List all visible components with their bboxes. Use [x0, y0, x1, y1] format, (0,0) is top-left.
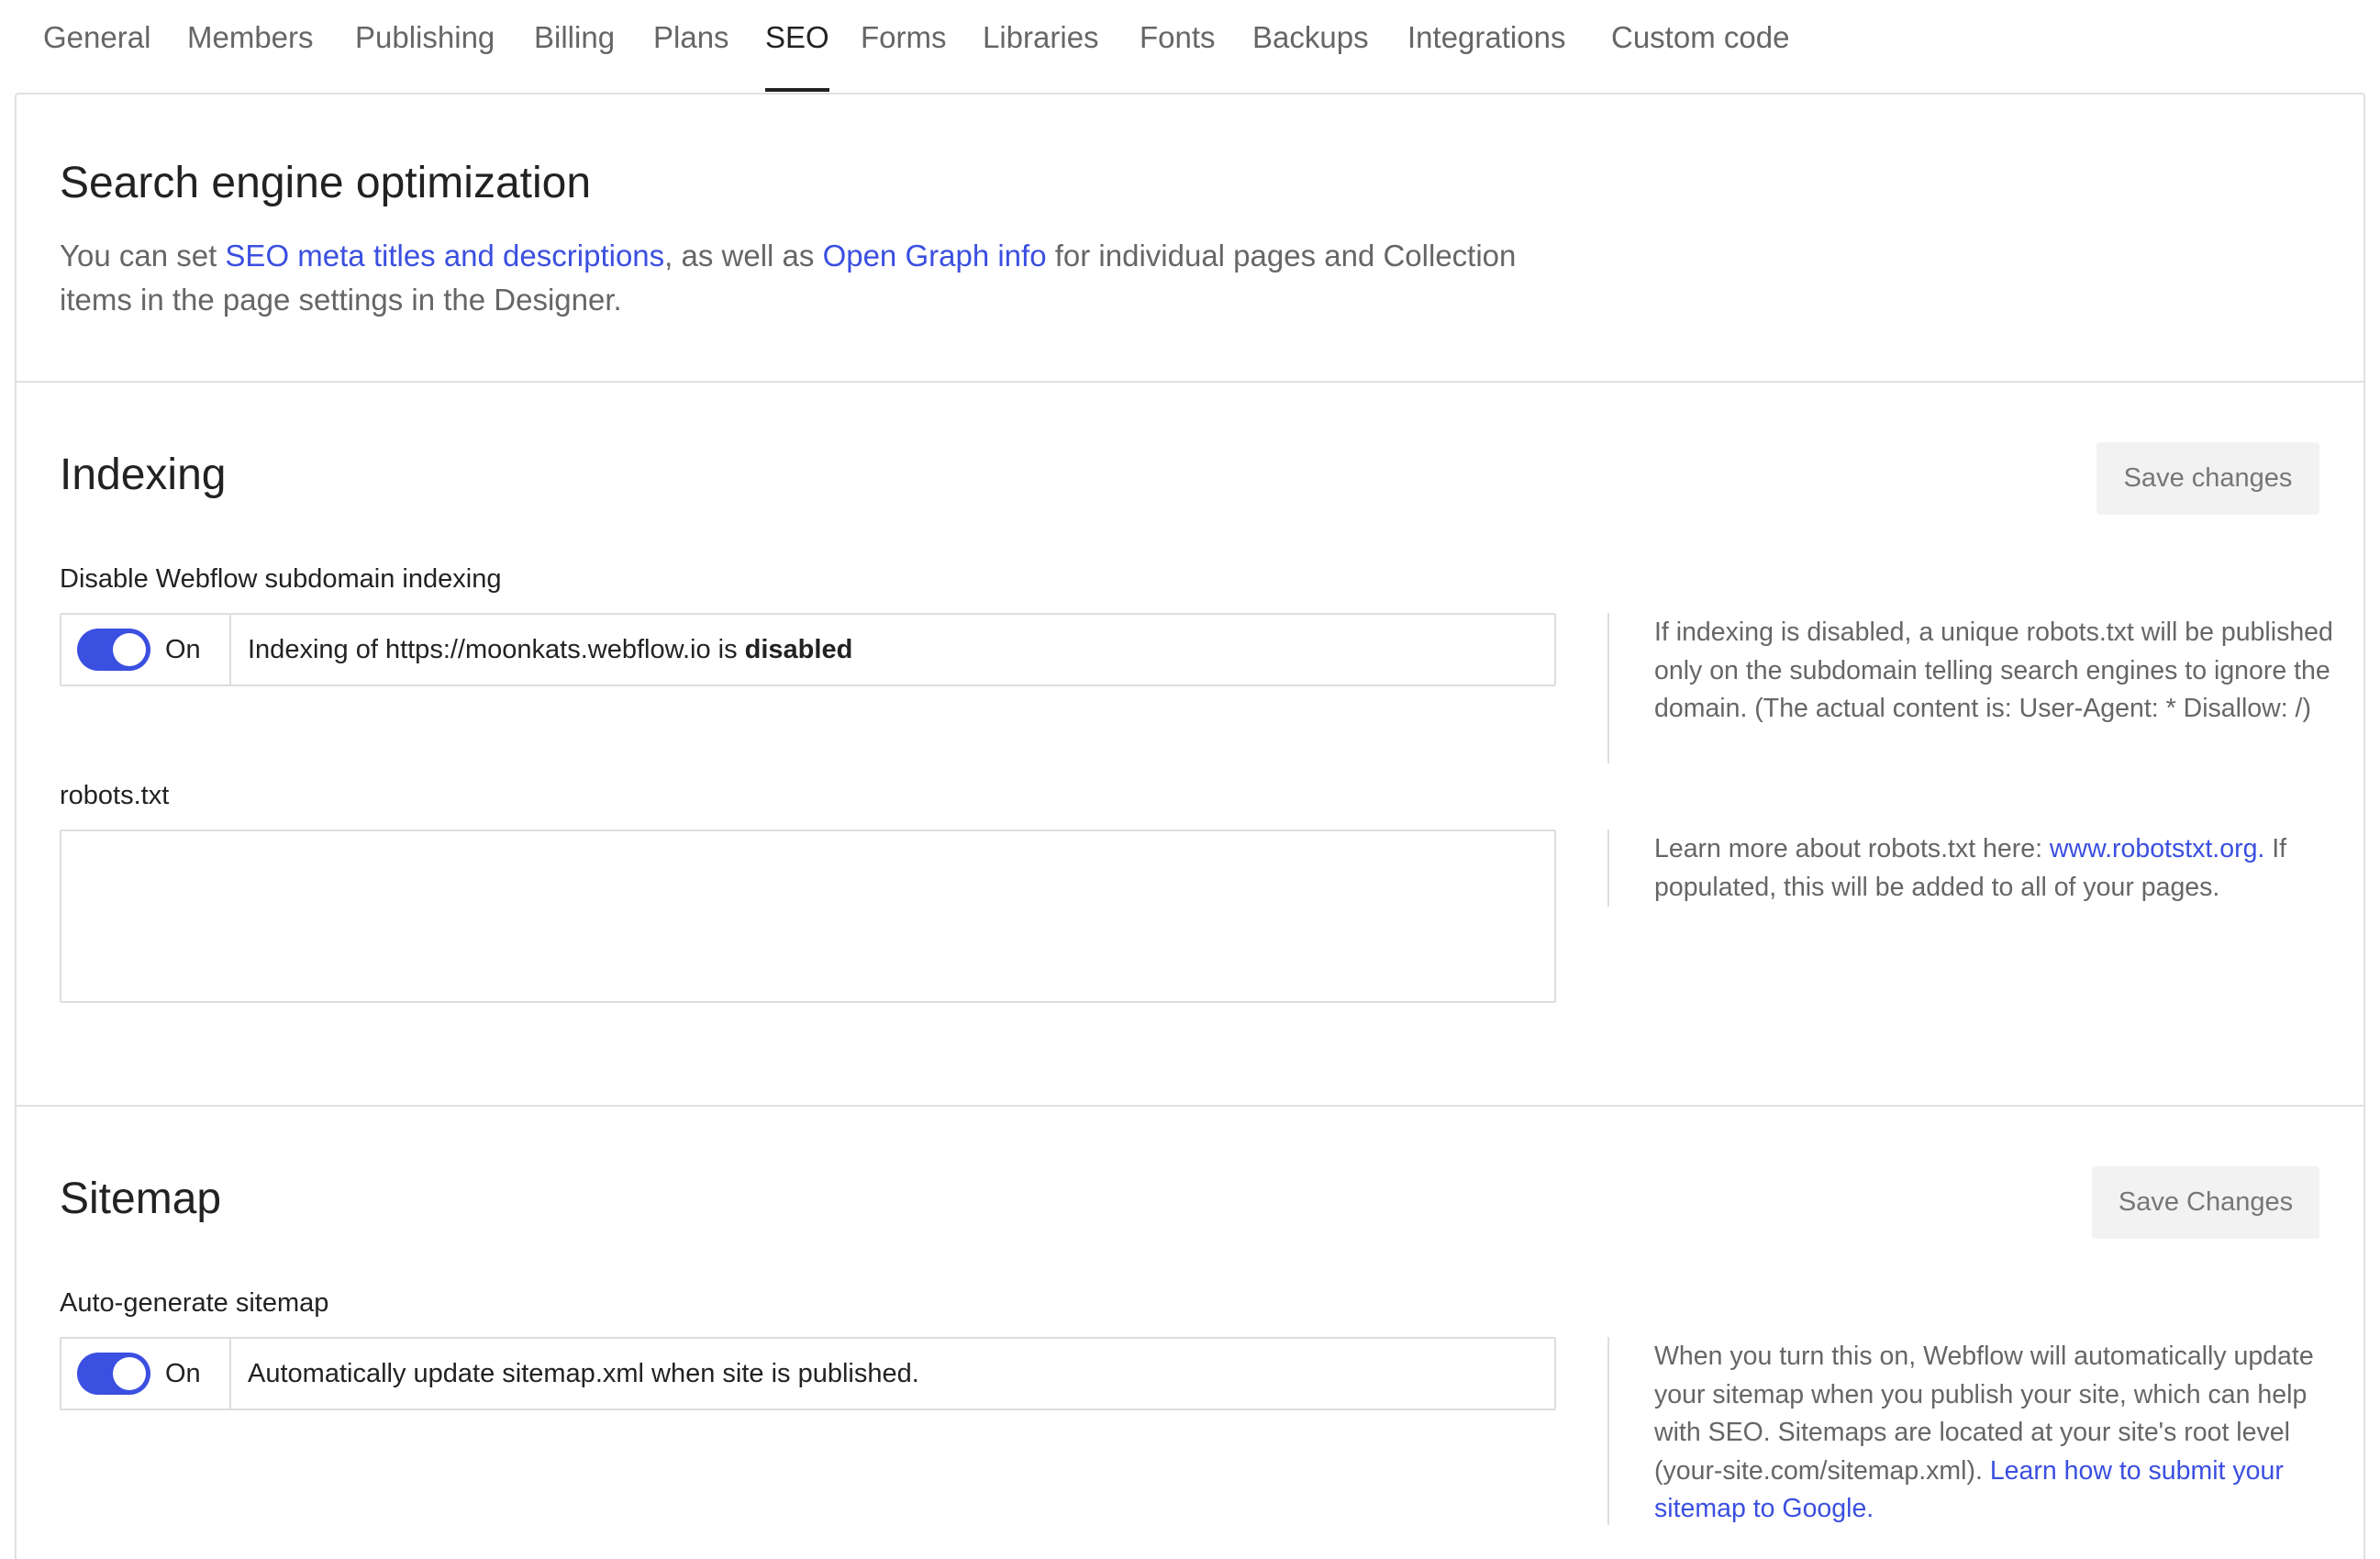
- robots-help-prefix: Learn more about robots.txt here:: [1654, 834, 2050, 863]
- indexing-help-text: If indexing is disabled, a unique robots…: [1654, 618, 2333, 723]
- robotstxt-link[interactable]: www.robotstxt.org.: [2050, 834, 2264, 863]
- tab-general[interactable]: General: [43, 20, 150, 92]
- indexing-status-prefix: Indexing of https://moonkats.webflow.io …: [248, 634, 745, 664]
- indexing-toggle-row: On Indexing of https://moonkats.webflow.…: [60, 613, 1556, 686]
- indexing-title: Indexing: [60, 451, 227, 499]
- indexing-field-label: Disable Webflow subdomain indexing: [60, 564, 502, 594]
- tab-libraries[interactable]: Libraries: [983, 20, 1099, 92]
- seo-desc-text-1: You can set: [60, 239, 226, 273]
- tab-integrations[interactable]: Integrations: [1407, 20, 1565, 92]
- robots-help-rule: [1607, 830, 1609, 907]
- toggle-knob: [113, 1357, 146, 1390]
- tab-forms[interactable]: Forms: [861, 20, 947, 92]
- seo-description: You can set SEO meta titles and descript…: [60, 234, 1583, 322]
- sitemap-title: Sitemap: [60, 1175, 222, 1223]
- robots-label: robots.txt: [60, 781, 170, 810]
- tab-billing[interactable]: Billing: [534, 20, 615, 92]
- sitemap-toggle-switch[interactable]: [77, 1353, 150, 1395]
- sitemap-toggle-row: On Automatically update sitemap.xml when…: [60, 1337, 1556, 1410]
- seo-title: Search engine optimization: [60, 159, 592, 207]
- indexing-help-rule: [1607, 613, 1609, 763]
- tab-plans[interactable]: Plans: [653, 20, 729, 92]
- tab-publishing[interactable]: Publishing: [355, 20, 495, 92]
- indexing-status-bold: disabled: [744, 634, 853, 664]
- toggle-cell: On: [61, 1339, 231, 1409]
- sitemap-toggle-state: On: [165, 1358, 201, 1388]
- settings-tabs: General Members Publishing Billing Plans…: [0, 0, 2380, 94]
- sitemap-help-text: When you turn this on, Webflow will auto…: [1654, 1338, 2338, 1529]
- sitemap-status-text: Automatically update sitemap.xml when si…: [248, 1358, 919, 1388]
- sitemap-help-rule: [1607, 1337, 1609, 1525]
- robots-txt-input[interactable]: [60, 830, 1556, 1003]
- indexing-toggle-state: On: [165, 634, 201, 664]
- tab-backups[interactable]: Backups: [1252, 20, 1369, 92]
- sitemap-field-label: Auto-generate sitemap: [60, 1288, 329, 1318]
- seo-meta-link[interactable]: SEO meta titles and descriptions: [225, 239, 664, 273]
- open-graph-link[interactable]: Open Graph info: [823, 239, 1047, 273]
- tab-members[interactable]: Members: [187, 20, 314, 92]
- toggle-knob: [113, 633, 146, 666]
- seo-desc-text-2: , as well as: [664, 239, 823, 273]
- section-divider: [15, 1105, 2365, 1107]
- tab-fonts[interactable]: Fonts: [1140, 20, 1216, 92]
- tab-seo[interactable]: SEO: [765, 20, 829, 92]
- indexing-toggle-switch[interactable]: [77, 629, 150, 671]
- indexing-status-text: Indexing of https://moonkats.webflow.io …: [231, 635, 852, 665]
- tab-custom-code[interactable]: Custom code: [1611, 20, 1789, 92]
- indexing-save-button[interactable]: Save changes: [2096, 442, 2319, 515]
- section-divider: [15, 381, 2365, 383]
- toggle-cell: On: [61, 615, 231, 685]
- sitemap-save-button[interactable]: Save Changes: [2092, 1166, 2319, 1239]
- robots-help-text: Learn more about robots.txt here: www.ro…: [1654, 830, 2338, 907]
